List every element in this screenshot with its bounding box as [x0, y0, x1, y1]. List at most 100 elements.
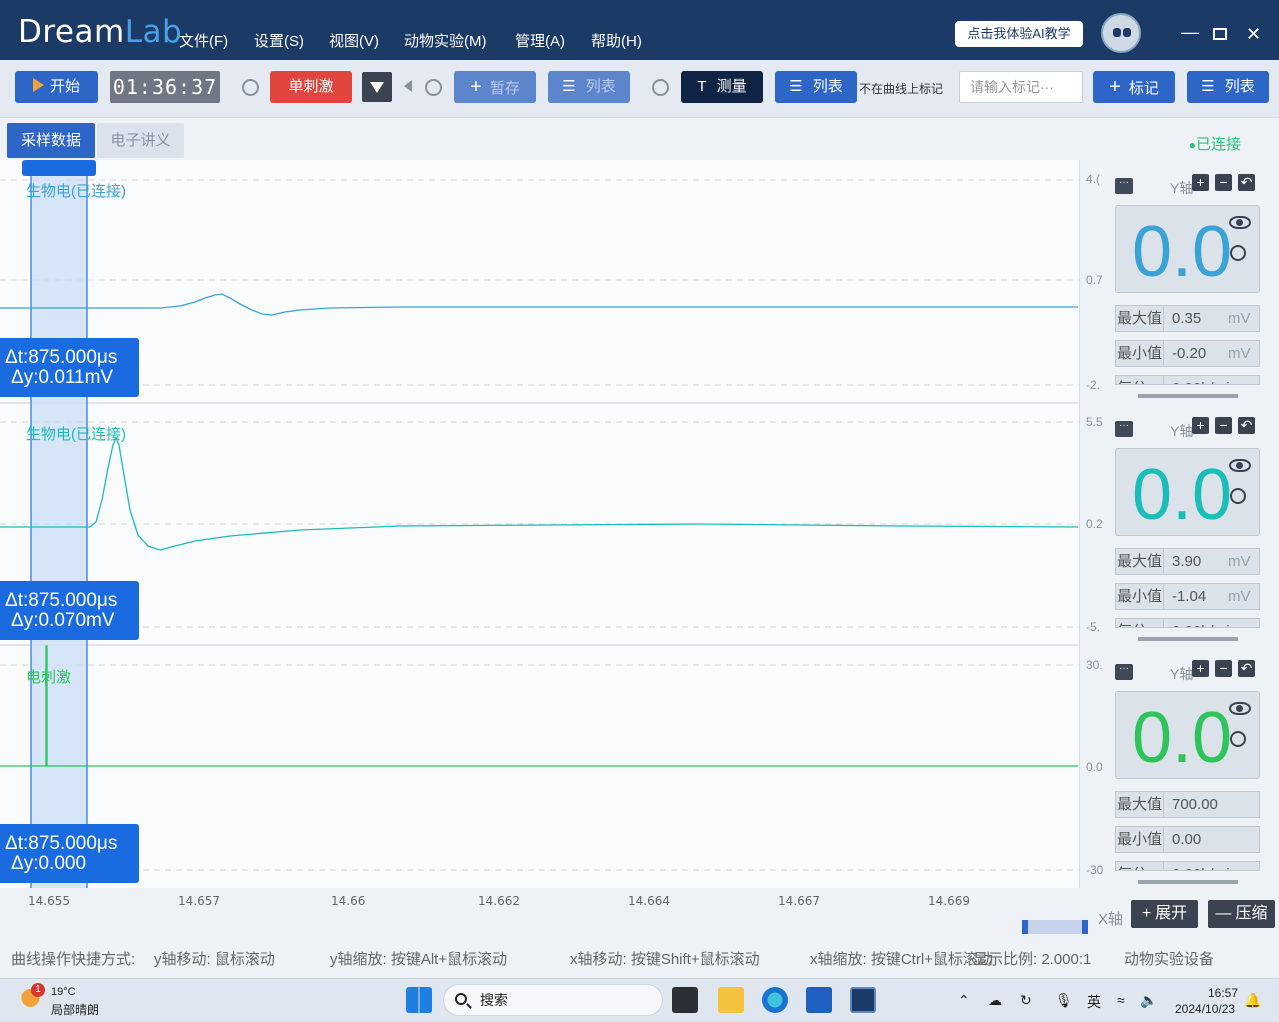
off-curve-mark-option[interactable]: 不在曲线上标记 — [859, 80, 943, 97]
save-temp-button[interactable]: + 暂存 — [454, 71, 536, 103]
notification-bell-icon[interactable]: 🔔 — [1244, 992, 1261, 1009]
menu-animal-experiment[interactable]: 动物实验(M) — [404, 30, 487, 51]
zoom-in-icon[interactable]: + — [1192, 660, 1209, 677]
search-icon — [455, 993, 467, 1005]
expand-button[interactable]: + 展开 — [1131, 900, 1198, 928]
task-view-icon[interactable] — [672, 987, 698, 1013]
settings-icon[interactable] — [1230, 488, 1246, 504]
volume-icon[interactable]: 🔈 — [1140, 992, 1157, 1009]
store-icon[interactable] — [806, 987, 832, 1013]
taskbar-search[interactable]: 搜索 — [443, 984, 663, 1016]
microphone-icon[interactable]: 🎙 — [1055, 992, 1073, 1009]
compress-label: 压缩 — [1235, 905, 1268, 922]
restore-icon[interactable] — [1213, 28, 1227, 40]
menu-file[interactable]: 文件(F) — [179, 30, 228, 51]
toolbar: 开始 01:36:37 单刺激 + 暂存 ☰ 列表 T 测量 ☰ 列表 不在曲线上标记 … — [0, 60, 1279, 118]
stim-dropdown-button[interactable] — [362, 72, 392, 102]
input-method[interactable]: 英 — [1087, 992, 1101, 1012]
menu-help[interactable]: 帮助(H) — [591, 30, 642, 51]
frequency-row: 每分0.00b/min — [1115, 618, 1260, 628]
list-button-3[interactable]: ☰ 列表 — [1187, 71, 1269, 103]
freq-value: 0.00b/min — [1164, 376, 1238, 384]
chevron-up-icon[interactable]: ⌃ — [958, 992, 970, 1009]
cursor-handle[interactable] — [22, 160, 96, 176]
ch2-ymin-label: -5. — [1086, 620, 1101, 634]
more-icon[interactable]: ··· — [1115, 178, 1133, 194]
x-tick-label: 14.66 — [331, 894, 366, 908]
zoom-out-icon[interactable]: − — [1215, 174, 1232, 191]
panel-scroll-handle[interactable] — [1138, 637, 1238, 641]
plus-icon: + — [470, 76, 482, 98]
windows-start-icon[interactable] — [406, 987, 432, 1013]
channel-1-panel: ··· Y轴 + − ↶ 0.0 最大值 0.35 mV 最小值 -0.20 mV 每分… — [1107, 160, 1270, 398]
tab-lecture[interactable]: 电子讲义 — [97, 123, 184, 158]
expand-label: 展开 — [1155, 905, 1188, 922]
tab-sample-data[interactable]: 采样数据 — [7, 123, 95, 158]
edge-browser-icon[interactable] — [762, 987, 788, 1013]
zoom-out-icon[interactable]: − — [1215, 417, 1232, 434]
list-button-1[interactable]: ☰ 列表 — [548, 71, 630, 103]
marker-icon[interactable] — [652, 79, 669, 96]
start-button[interactable]: 开始 — [15, 71, 98, 103]
ai-robot-icon[interactable] — [1101, 13, 1141, 53]
zoom-out-icon[interactable]: − — [1215, 660, 1232, 677]
connection-label: 已连接 — [1195, 136, 1241, 153]
reset-icon[interactable]: ↶ — [1238, 660, 1255, 677]
compress-button[interactable]: — 压缩 — [1208, 900, 1275, 928]
current-value-display: 0.0 — [1115, 691, 1260, 779]
more-icon[interactable]: ··· — [1115, 664, 1133, 680]
min-value: -0.20 — [1172, 345, 1207, 362]
settings-icon[interactable] — [1230, 245, 1246, 261]
wave-icon[interactable] — [425, 79, 442, 96]
waveform-plot[interactable]: 生物电(已连接) 生物电(已连接) 电刺激 Δt:875.000μs Δy:0.0… — [0, 160, 1080, 888]
eye-icon[interactable] — [1229, 702, 1251, 715]
menu-settings[interactable]: 设置(S) — [254, 30, 304, 51]
more-icon[interactable]: ··· — [1115, 421, 1133, 437]
eye-icon[interactable] — [1229, 216, 1251, 229]
clock-date[interactable]: 2024/10/23 — [1175, 1002, 1235, 1016]
ch3-ymid-label: 0.0 — [1086, 760, 1103, 774]
x-tick-label: 14.662 — [478, 894, 520, 908]
min-value: 0.00 — [1172, 831, 1202, 848]
reset-icon[interactable]: ↶ — [1238, 174, 1255, 191]
close-icon[interactable]: ✕ — [1246, 24, 1261, 45]
refresh-icon[interactable]: ↻ — [1020, 992, 1032, 1009]
list-button-2[interactable]: ☰ 列表 — [775, 71, 857, 103]
max-value-row: 最大值 0.35 mV — [1115, 305, 1260, 332]
ai-teaching-button[interactable]: 点击我体验AI教学 — [955, 21, 1083, 47]
measure-button[interactable]: T 测量 — [681, 71, 763, 103]
max-value: 700.00 — [1172, 796, 1218, 813]
channel-2-label: 生物电(已连接) — [26, 426, 126, 443]
network-sync-icon[interactable]: ☁ — [988, 992, 1002, 1009]
panel-scroll-handle[interactable] — [1138, 394, 1238, 398]
zoom-in-icon[interactable]: + — [1192, 174, 1209, 191]
settings-icon[interactable] — [1230, 731, 1246, 747]
wifi-icon[interactable]: ≈ — [1117, 992, 1125, 1008]
reset-icon[interactable]: ↶ — [1238, 417, 1255, 434]
panel-scroll-handle[interactable] — [1138, 880, 1238, 884]
freq-value: 0.00b/min — [1164, 862, 1238, 870]
ch1-ymax-label: 4.( — [1086, 172, 1101, 186]
add-mark-button[interactable]: + 标记 — [1093, 71, 1175, 103]
stimulator-icon[interactable] — [242, 79, 259, 96]
mark-label: 标记 — [1128, 80, 1159, 97]
menu-view[interactable]: 视图(V) — [329, 30, 379, 51]
file-explorer-icon[interactable] — [718, 987, 744, 1013]
yaxis-title: Y轴 — [1170, 180, 1194, 196]
cursor-band[interactable] — [31, 160, 87, 888]
clock-time[interactable]: 16:57 — [1208, 986, 1238, 1000]
yaxis-title: Y轴 — [1170, 423, 1194, 439]
zoom-in-icon[interactable]: + — [1192, 417, 1209, 434]
prev-icon[interactable] — [404, 80, 412, 92]
x-scrollbar-thumb[interactable] — [1022, 920, 1088, 934]
delta-y: Δy:0.011mV — [11, 367, 114, 388]
eye-icon[interactable] — [1229, 459, 1251, 472]
menu-manage[interactable]: 管理(A) — [515, 30, 565, 51]
min-label: 最小值 — [1116, 827, 1164, 852]
minimize-icon[interactable]: — — [1181, 22, 1199, 43]
mark-input[interactable]: 请输入标记··· — [959, 71, 1083, 103]
dreamlab-app-icon[interactable] — [850, 987, 876, 1013]
waveform-svg[interactable] — [0, 160, 1080, 888]
single-stim-button[interactable]: 单刺激 — [270, 71, 352, 103]
channel-2-panel: ··· Y轴 + − ↶ 0.0 最大值 3.90 mV 最小值 -1.04 mV 每分… — [1107, 403, 1270, 641]
